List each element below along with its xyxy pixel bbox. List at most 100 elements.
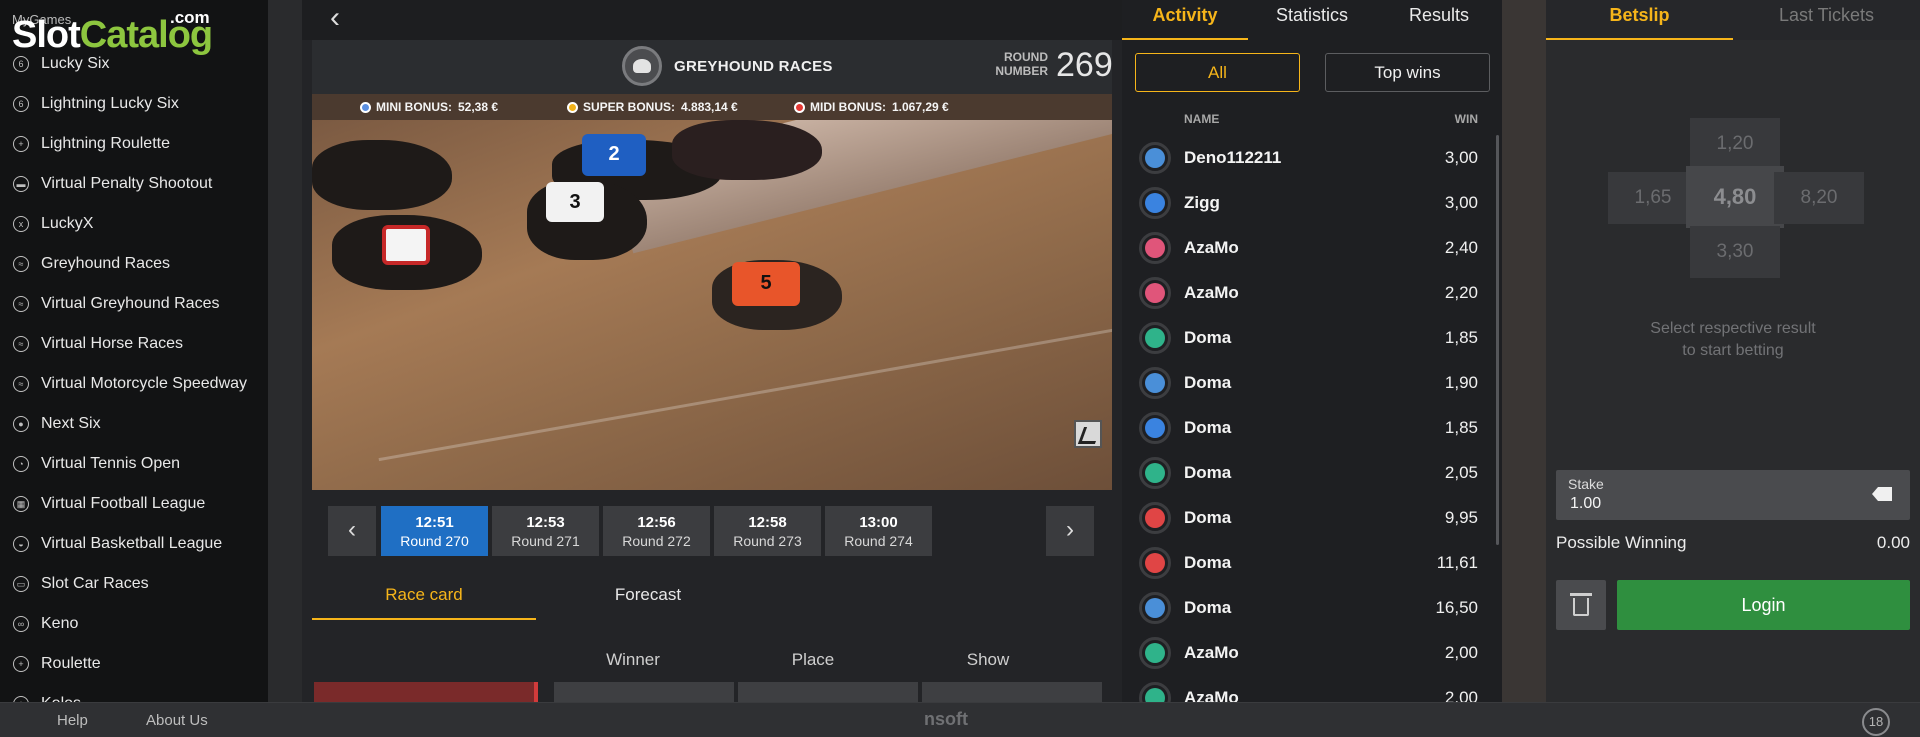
sidebar-item-label: Virtual Football League <box>41 495 206 512</box>
tab-results[interactable]: Results <box>1376 0 1502 40</box>
sidebar-item-label: Next Six <box>41 415 101 432</box>
login-button[interactable]: Login <box>1617 580 1910 630</box>
win-amount: 3,00 <box>1444 148 1478 167</box>
sidebar-item[interactable]: + Kolos <box>0 684 268 702</box>
activity-row: Doma 2,05 <box>1122 450 1502 495</box>
delete-button[interactable] <box>1556 580 1606 630</box>
player-name: Zigg <box>1184 193 1220 212</box>
bonus-bar: MINI BONUS: 52,38 € SUPER BONUS: 4.883,14 €… <box>312 94 1112 120</box>
race-tabs: Race card Forecast <box>312 572 1112 620</box>
user-avatar-icon <box>1139 682 1171 702</box>
about-us-link[interactable]: About Us <box>146 712 208 729</box>
sidebar-item[interactable]: ≈ Greyhound Races <box>0 244 268 284</box>
tab-activity[interactable]: Activity <box>1122 0 1248 40</box>
column-show: Show <box>966 650 1010 669</box>
hint-line-1: Select respective result <box>1650 320 1816 337</box>
trash-icon <box>1570 593 1592 596</box>
activity-row: Doma 1,90 <box>1122 360 1502 405</box>
sidebar-item-label: Virtual Greyhound Races <box>41 295 220 312</box>
tab-last-tickets[interactable]: Last Tickets <box>1733 0 1920 40</box>
sidebar-item[interactable]: ◒ Virtual Basketball League <box>0 524 268 564</box>
player-name: Doma <box>1184 463 1232 482</box>
user-avatar-icon <box>1139 232 1171 264</box>
activity-scrollbar[interactable] <box>1496 135 1499 545</box>
schedule-round-button[interactable]: 13:00 Round 274 <box>825 506 932 556</box>
horse-icon: ≈ <box>12 335 30 353</box>
odd-top: 1,20 <box>1690 118 1780 170</box>
possible-winning-label: Possible Winning <box>1556 533 1687 552</box>
player-name: Doma <box>1184 373 1232 392</box>
tab-race-card[interactable]: Race card <box>312 572 536 620</box>
sidebar-item[interactable]: ∞ Keno <box>0 604 268 644</box>
sidebar-item-label: Virtual Horse Races <box>41 335 183 352</box>
activity-row: Zigg 3,00 <box>1122 180 1502 225</box>
filter-all-button[interactable]: All <box>1135 53 1300 92</box>
schedule-round-button[interactable]: 12:56 Round 272 <box>603 506 710 556</box>
backspace-icon[interactable] <box>1872 487 1892 501</box>
sidebar-item[interactable]: ▬ Virtual Penalty Shootout <box>0 164 268 204</box>
back-button[interactable]: ‹ <box>322 3 348 34</box>
race-schedule: ‹ 12:51 Round 270 12:53 Round 271 12:56 Round… <box>302 500 1122 560</box>
sidebar-item-label: Keno <box>41 615 79 632</box>
player-name: Doma <box>1184 598 1232 617</box>
schedule-prev-button[interactable]: ‹ <box>328 506 376 556</box>
sidebar-item[interactable]: ≈ Virtual Horse Races <box>0 324 268 364</box>
sidebar-item-label: Virtual Tennis Open <box>41 455 181 472</box>
schedule-round-button[interactable]: 12:58 Round 273 <box>714 506 821 556</box>
sidebar-item[interactable]: ≈ Virtual Motorcycle Speedway <box>0 364 268 404</box>
help-link[interactable]: Help <box>57 712 88 729</box>
sidebar-item-label: Lucky Six <box>41 55 110 72</box>
sidebar-item[interactable]: ▦ Virtual Football League <box>0 484 268 524</box>
user-avatar-icon <box>1139 457 1171 489</box>
player-name: AzaMo <box>1184 643 1239 662</box>
football-icon: ▦ <box>12 495 30 513</box>
bonus-item: MINI BONUS: 52,38 € <box>360 100 498 114</box>
schedule-next-button[interactable]: › <box>1046 506 1094 556</box>
activity-row: AzaMo 2,00 <box>1122 630 1502 675</box>
possible-winning-value: 0.00 <box>1876 533 1910 552</box>
sidebar-item[interactable]: 6 Lucky Six <box>0 44 268 84</box>
camera-view-icon[interactable] <box>1074 420 1102 448</box>
schedule-round-button[interactable]: 12:51 Round 270 <box>381 506 488 556</box>
race-video: 2 3 5 <box>312 120 1112 490</box>
sidebar-item-label: Lightning Roulette <box>41 135 170 152</box>
sidebar-item[interactable]: ◔ Virtual Tennis Open <box>0 444 268 484</box>
round-label: Round 271 <box>511 533 580 549</box>
win-amount: 2,00 <box>1444 643 1478 662</box>
player-name: AzaMo <box>1184 238 1239 257</box>
lucky-six-icon: 6 <box>12 55 30 73</box>
activity-row: AzaMo 2,20 <box>1122 270 1502 315</box>
betslip-tabs: Betslip Last Tickets <box>1546 0 1920 40</box>
player-name: Doma <box>1184 418 1232 437</box>
nsoft-logo: nsoft <box>924 709 968 729</box>
sidebar-item[interactable]: + Lightning Roulette <box>0 124 268 164</box>
game-header: GREYHOUND RACES ROUND NUMBER 269 <box>312 40 1113 94</box>
win-amount: 1,85 <box>1444 328 1478 347</box>
sidebar-item[interactable]: ● Next Six <box>0 404 268 444</box>
user-avatar-icon <box>1139 502 1171 534</box>
tab-betslip[interactable]: Betslip <box>1546 0 1733 40</box>
sidebar-item-label: Roulette <box>41 655 101 672</box>
sidebar-item[interactable]: x LuckyX <box>0 204 268 244</box>
filter-top-wins-button[interactable]: Top wins <box>1325 53 1490 92</box>
tab-statistics[interactable]: Statistics <box>1248 0 1376 40</box>
activity-tabs: Activity Statistics Results <box>1122 0 1502 40</box>
sidebar-item[interactable]: 6 Lightning Lucky Six <box>0 84 268 124</box>
round-label: Round 270 <box>400 533 469 549</box>
win-amount: 3,00 <box>1444 193 1478 212</box>
greyhound <box>672 120 822 180</box>
activity-row: Doma 9,95 <box>1122 495 1502 540</box>
round-time: 12:53 <box>526 514 565 531</box>
sidebar-item[interactable]: + Roulette <box>0 644 268 684</box>
tab-forecast[interactable]: Forecast <box>536 572 760 620</box>
winner-odd-button[interactable] <box>554 682 734 702</box>
sidebar-item[interactable]: ≈ Virtual Greyhound Races <box>0 284 268 324</box>
schedule-round-button[interactable]: 12:53 Round 271 <box>492 506 599 556</box>
sidebar-item[interactable]: ▭ Slot Car Races <box>0 564 268 604</box>
place-odd-button[interactable] <box>738 682 918 702</box>
stake-input[interactable]: Stake 1.00 <box>1556 470 1910 520</box>
tennis-icon: ◔ <box>12 455 30 473</box>
betslip-gutter <box>1502 0 1546 702</box>
round-time: 12:56 <box>637 514 676 531</box>
show-odd-button[interactable] <box>922 682 1102 702</box>
